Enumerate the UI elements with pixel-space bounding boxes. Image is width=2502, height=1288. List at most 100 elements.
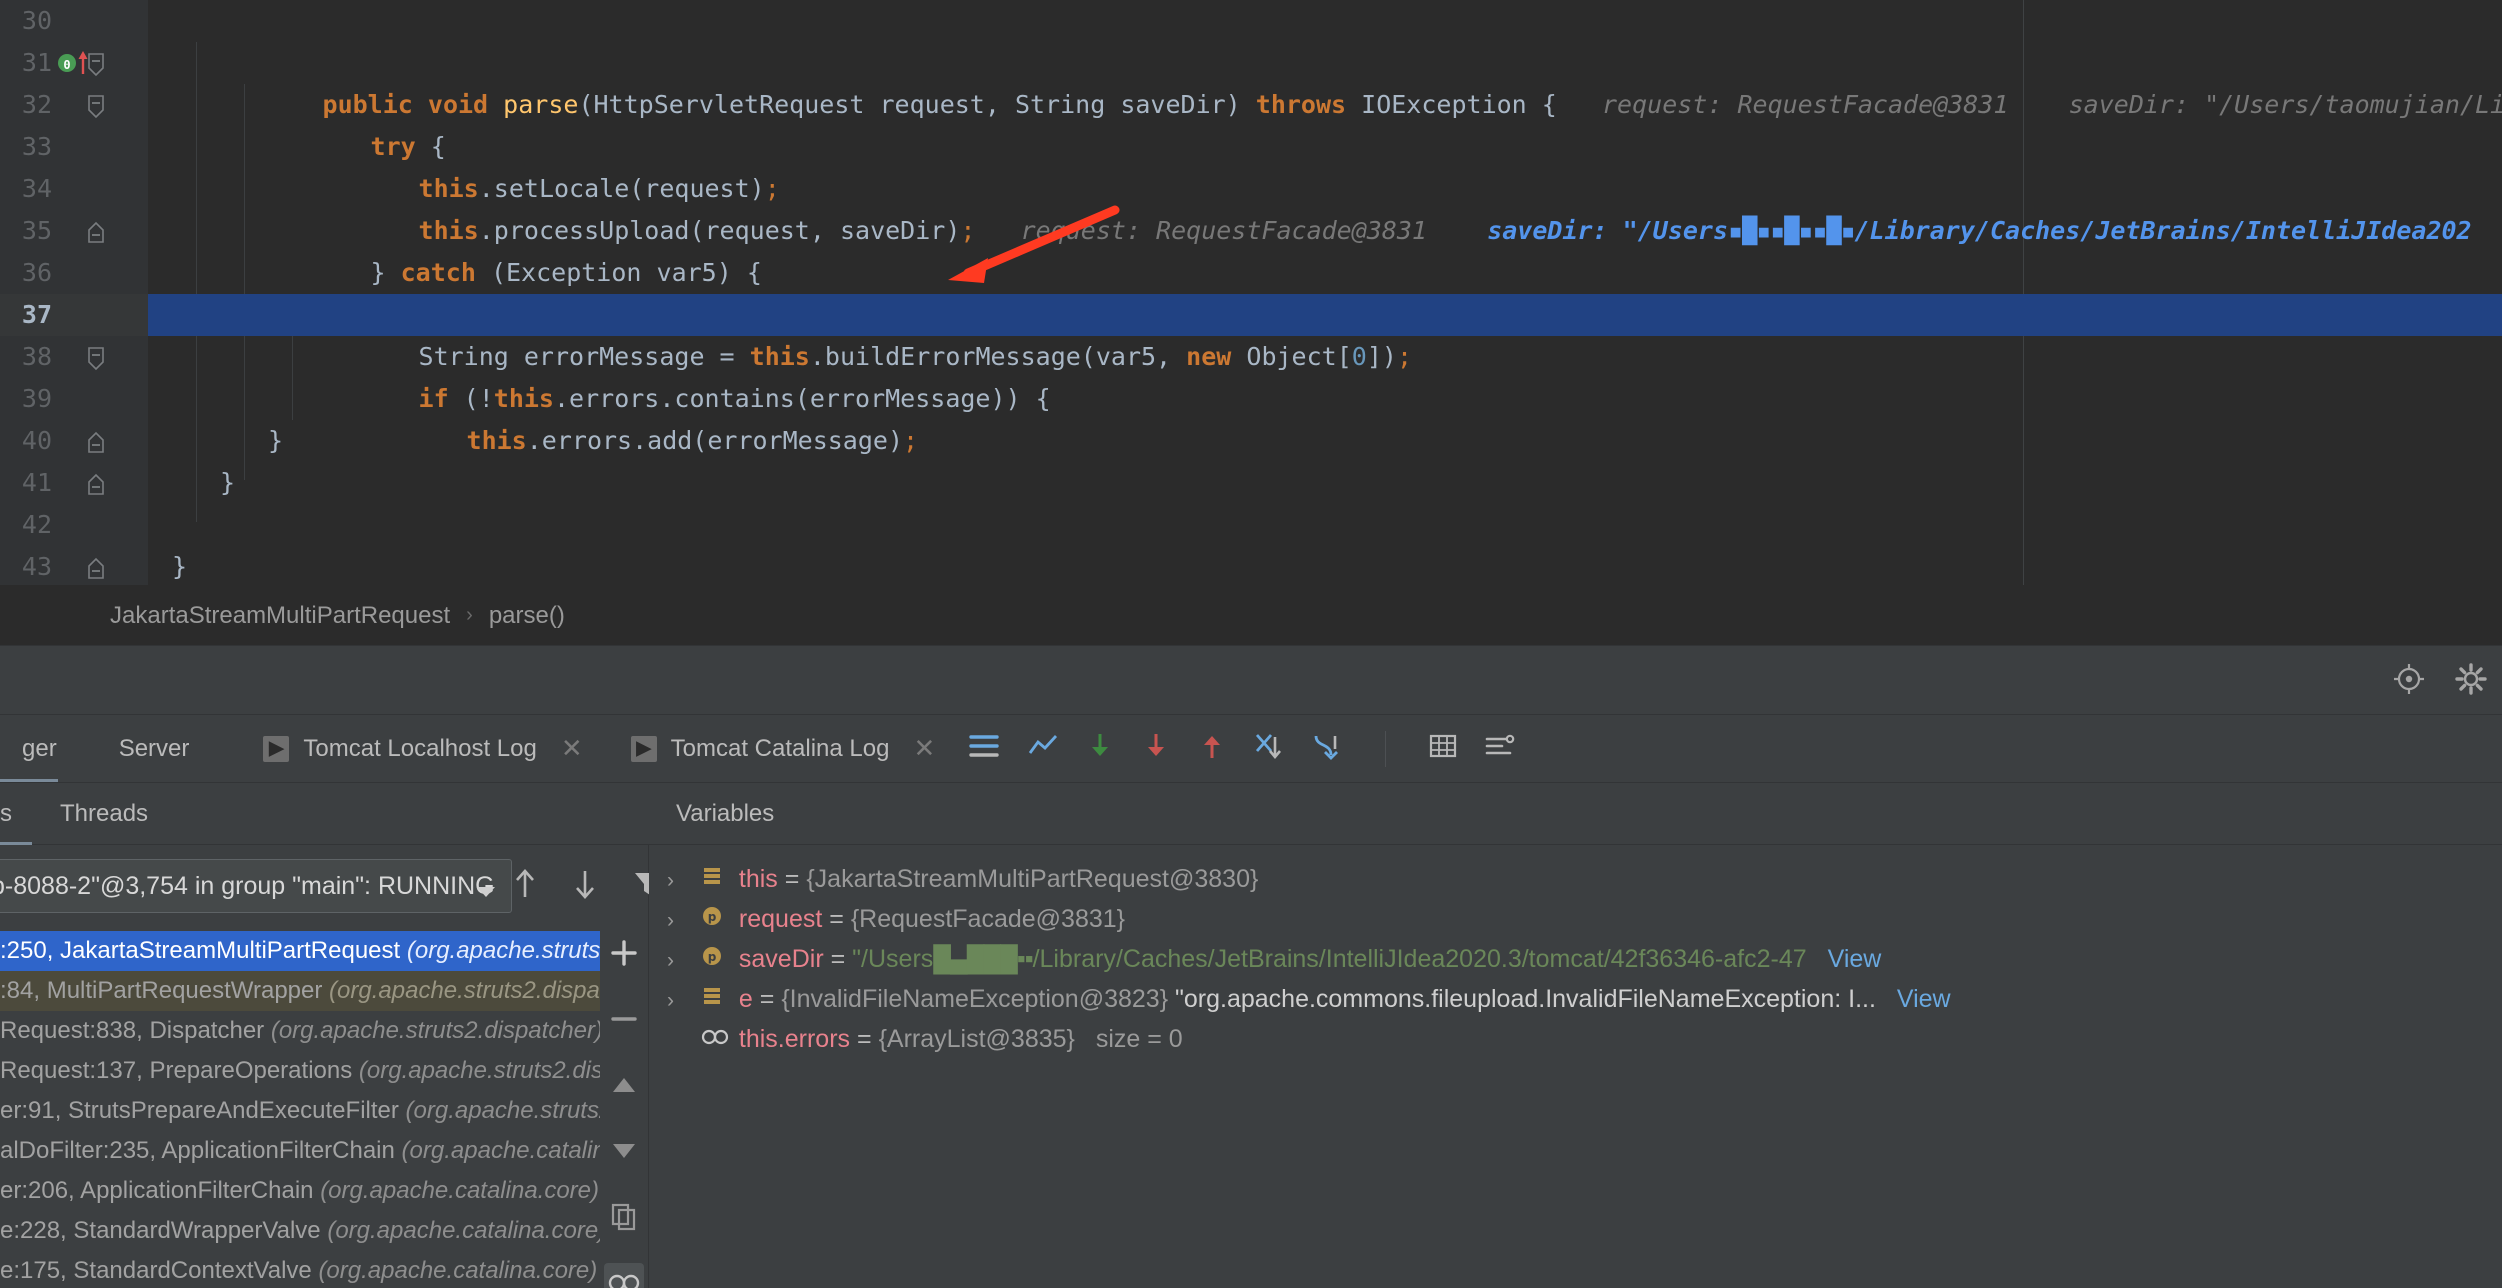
chevron-down-icon[interactable]	[475, 878, 497, 907]
frames-list[interactable]: :250, JakartaStreamMultiPartRequest (org…	[0, 931, 600, 1288]
gutter-cell[interactable]: 30	[0, 0, 148, 42]
breadcrumb[interactable]: JakartaStreamMultiPartRequest › parse()	[0, 585, 2502, 645]
code-line[interactable]: 40 }	[0, 420, 2502, 462]
gutter-cell[interactable]: 39	[0, 378, 148, 420]
watches-toolbar[interactable]	[600, 925, 648, 1288]
variables-panel[interactable]: › this = {JakartaStreamMultiPartRequest@…	[649, 845, 2502, 1288]
frame-item[interactable]: er:91, StrutsPrepareAndExecuteFilter (or…	[0, 1091, 600, 1131]
gutter-cell[interactable]: 34	[0, 168, 148, 210]
code-line[interactable]: 33 this.setLocale(request);	[0, 126, 2502, 203]
console-toolbar[interactable]	[957, 730, 1516, 767]
frames-panel[interactable]: p-8088-2"@3,754 in group "main": RUNNING	[0, 845, 659, 1288]
run-tool-tabs[interactable]: ger Server ▶ Tomcat Localhost Log ✕ ▶ To…	[0, 715, 2502, 783]
code-line[interactable]: 38 if (!this.errors.contains(errorMessag…	[0, 336, 2502, 413]
gutter-cell[interactable]: 38	[0, 336, 148, 378]
frame-item[interactable]: :84, MultiPartRequestWrapper (org.apache…	[0, 971, 600, 1011]
code-line-current[interactable]: 37 String errorMessage = this.buildError…	[0, 294, 2502, 371]
thread-selector[interactable]: p-8088-2"@3,754 in group "main": RUNNING	[0, 859, 512, 913]
scroll-down-icon[interactable]	[1085, 731, 1115, 766]
fold-icon[interactable]	[86, 473, 106, 495]
down-icon[interactable]	[604, 1131, 644, 1171]
copy-icon[interactable]	[604, 1197, 644, 1237]
thread-selector-row[interactable]: p-8088-2"@3,754 in group "main": RUNNING	[0, 859, 659, 913]
variable-row[interactable]: › p saveDir = "/Users█▄███▪▪/Library/Cac…	[649, 939, 2502, 979]
frame-item[interactable]: Request:838, Dispatcher (org.apache.stru…	[0, 1011, 600, 1051]
code-line[interactable]: 31 0 public void parse(HttpServletReques…	[0, 42, 2502, 119]
settings-lines-icon[interactable]	[1484, 732, 1516, 765]
gutter-cell[interactable]: 35	[0, 210, 148, 252]
code-line[interactable]: 41 }	[0, 462, 2502, 504]
code-line[interactable]: 36 var5.printStackTrace();	[0, 252, 2502, 329]
breadcrumb-class[interactable]: JakartaStreamMultiPartRequest	[110, 602, 450, 630]
add-icon[interactable]	[604, 933, 644, 973]
view-link[interactable]: View	[1828, 945, 1882, 973]
code-line[interactable]: 35 } catch (Exception var5) {	[0, 210, 2502, 287]
code-line[interactable]: 43 }	[0, 546, 2502, 585]
tool-window-strip[interactable]	[0, 645, 2502, 715]
gutter-cell[interactable]: 31 0	[0, 42, 148, 84]
frame-item[interactable]: e:175, StandardContextValve (org.apache.…	[0, 1251, 600, 1288]
close-icon[interactable]: ✕	[913, 733, 935, 764]
frames-nav-icons[interactable]	[512, 859, 662, 913]
debug-panel-headers[interactable]: s Threads Variables	[0, 783, 2502, 845]
code-line[interactable]: 34 this.processUpload(request, saveDir);…	[0, 168, 2502, 245]
gutter-cell[interactable]: 33	[0, 126, 148, 168]
gutter-cell[interactable]: 32	[0, 84, 148, 126]
code-line[interactable]: 39 this.errors.add(errorMessage);	[0, 378, 2502, 455]
tab-server[interactable]: Server	[79, 715, 212, 783]
code-editor[interactable]: 30 31 0 public void parse(HttpServletReq…	[0, 0, 2502, 585]
gutter-cell[interactable]: 40	[0, 420, 148, 462]
fold-icon[interactable]	[86, 53, 106, 77]
fold-icon[interactable]	[86, 557, 106, 579]
frame-item[interactable]: er:206, ApplicationFilterChain (org.apac…	[0, 1171, 600, 1211]
soft-wrap-down-icon[interactable]	[1141, 731, 1171, 766]
chevron-right-icon[interactable]: ›	[667, 861, 693, 901]
chevron-right-icon[interactable]: ›	[667, 981, 693, 1021]
breadcrumb-method[interactable]: parse()	[489, 602, 565, 630]
tab-threads[interactable]: Threads	[36, 800, 172, 828]
gutter-cell[interactable]: 37	[0, 294, 148, 336]
tab-frames[interactable]: s	[0, 800, 36, 828]
variable-row[interactable]: › this = {JakartaStreamMultiPartRequest@…	[649, 859, 2502, 899]
frames-panel-header[interactable]: s Threads	[0, 783, 648, 845]
tab-tomcat-localhost-log[interactable]: ▶ Tomcat Localhost Log ✕	[211, 715, 604, 783]
frame-item[interactable]: alDoFilter:235, ApplicationFilterChain (…	[0, 1131, 600, 1171]
fold-icon[interactable]	[86, 95, 106, 119]
fold-icon[interactable]	[86, 221, 106, 243]
tab-debugger[interactable]: ger	[0, 715, 79, 783]
console-lines-icon[interactable]	[967, 732, 1001, 765]
up-arrow-icon[interactable]	[512, 867, 538, 906]
table-icon[interactable]	[1428, 732, 1458, 765]
tab-tomcat-catalina-log[interactable]: ▶ Tomcat Catalina Log ✕	[605, 715, 958, 783]
code-lines[interactable]: 30 31 0 public void parse(HttpServletReq…	[0, 0, 2502, 585]
variable-row[interactable]: › p request = {RequestFacade@3831}	[649, 899, 2502, 939]
jump-to-end-icon[interactable]	[1311, 731, 1343, 766]
chevron-right-icon[interactable]: ›	[667, 901, 693, 941]
variable-row[interactable]: this.errors = {ArrayList@3835} size = 0	[649, 1019, 2502, 1059]
frame-item[interactable]: :250, JakartaStreamMultiPartRequest (org…	[0, 931, 600, 971]
soft-wrap-up-icon[interactable]	[1197, 731, 1227, 766]
chart-icon[interactable]	[1027, 732, 1059, 765]
remove-icon[interactable]	[604, 999, 644, 1039]
gutter-cell[interactable]: 36	[0, 252, 148, 294]
gutter-cell[interactable]: 41	[0, 462, 148, 504]
close-icon[interactable]: ✕	[561, 733, 583, 764]
gutter-cell[interactable]: 43	[0, 546, 148, 585]
fold-icon[interactable]	[86, 431, 106, 453]
frame-item[interactable]: Request:137, PrepareOperations (org.apac…	[0, 1051, 600, 1091]
tool-strip-right-icons[interactable]	[2392, 646, 2488, 716]
target-icon[interactable]	[2392, 662, 2426, 701]
fold-icon[interactable]	[86, 347, 106, 371]
down-arrow-icon[interactable]	[572, 867, 598, 906]
gear-icon[interactable]	[2454, 662, 2488, 701]
view-link[interactable]: View	[1897, 985, 1951, 1013]
variable-row[interactable]: › e = {InvalidFileNameException@3823} "o…	[649, 979, 2502, 1019]
up-icon[interactable]	[604, 1065, 644, 1105]
gutter-cell[interactable]: 42	[0, 504, 148, 546]
code-line[interactable]: 30	[0, 0, 2502, 42]
chevron-right-icon[interactable]: ›	[667, 941, 693, 981]
code-line[interactable]: 42	[0, 504, 2502, 546]
code-line[interactable]: 32 try {	[0, 84, 2502, 161]
watches-icon[interactable]	[604, 1263, 644, 1288]
clear-all-icon[interactable]	[1253, 731, 1285, 766]
